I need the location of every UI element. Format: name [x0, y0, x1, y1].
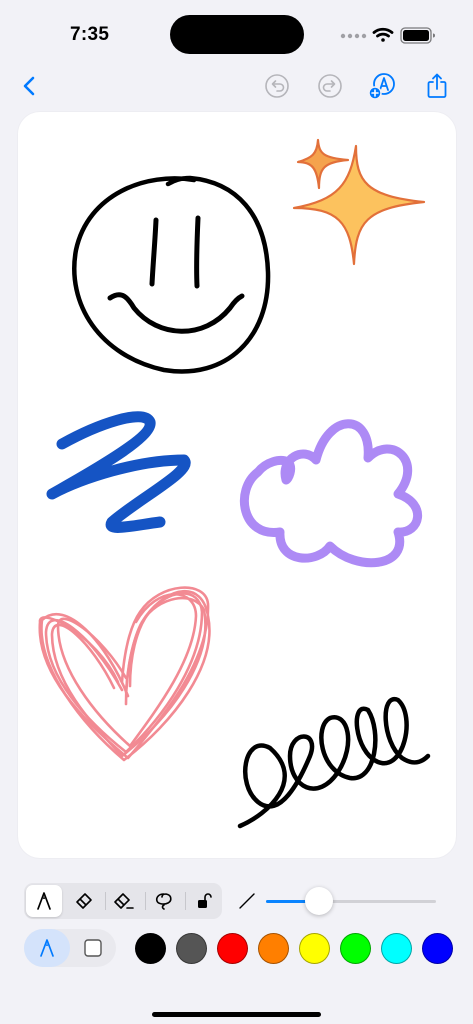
color-swatch-black[interactable] — [135, 933, 166, 964]
share-icon — [427, 73, 447, 98]
color-swatch-green[interactable] — [340, 933, 371, 964]
stroke-width-slider[interactable] — [266, 887, 436, 915]
shape-mode-button[interactable] — [70, 929, 116, 967]
color-swatch-orange[interactable] — [258, 933, 289, 964]
pixel-eraser-tool-button[interactable] — [106, 885, 142, 917]
canvas-drawings — [38, 138, 431, 829]
shape-mode-icon — [84, 939, 102, 957]
markup-button[interactable] — [364, 68, 400, 104]
back-icon — [23, 76, 35, 96]
pen-mode-icon — [40, 939, 54, 957]
mode-picker — [24, 929, 116, 967]
undo-icon — [265, 74, 289, 98]
redo-icon — [318, 74, 342, 98]
pen-icon — [37, 892, 51, 910]
lasso-icon — [155, 893, 172, 910]
sparkles-drawing — [292, 138, 426, 266]
pink-heart-drawing — [38, 586, 211, 762]
drawing-canvas[interactable] — [18, 112, 456, 858]
lasso-tool-button[interactable] — [146, 885, 182, 917]
pen-tool-button[interactable] — [26, 885, 62, 917]
color-swatch-gray[interactable] — [176, 933, 207, 964]
markup-icon — [368, 73, 395, 100]
pixel-eraser-icon — [114, 893, 134, 909]
undo-button[interactable] — [259, 68, 295, 104]
lock-tool-button[interactable] — [186, 885, 222, 917]
nav-bar — [0, 64, 473, 108]
color-swatch-yellow[interactable] — [299, 933, 330, 964]
pen-mode-button[interactable] — [24, 929, 70, 967]
wifi-icon — [372, 27, 394, 42]
home-indicator — [152, 1012, 321, 1017]
purple-cloud-drawing — [239, 419, 422, 568]
slider-knob[interactable] — [304, 887, 333, 915]
color-swatch-cyan[interactable] — [381, 933, 412, 964]
battery-icon — [400, 27, 435, 44]
back-button[interactable] — [12, 68, 48, 104]
unlock-icon — [198, 893, 212, 908]
status-time: 7:35 — [70, 24, 110, 45]
blue-scribble-drawing — [46, 411, 191, 533]
signal-icon — [340, 33, 367, 39]
redo-button[interactable] — [312, 68, 348, 104]
eraser-tool-button[interactable] — [66, 885, 102, 917]
eraser-icon — [76, 893, 92, 909]
share-button[interactable] — [419, 68, 455, 104]
smiley-drawing — [72, 175, 271, 374]
tool-picker — [24, 883, 222, 919]
stroke-width-icon — [239, 893, 255, 909]
color-swatch-red[interactable] — [217, 933, 248, 964]
color-swatch-blue[interactable] — [422, 933, 453, 964]
black-loops-drawing — [237, 696, 431, 829]
status-bar: 7:35 — [0, 0, 473, 60]
dynamic-island — [170, 15, 304, 54]
status-icons — [340, 27, 435, 44]
